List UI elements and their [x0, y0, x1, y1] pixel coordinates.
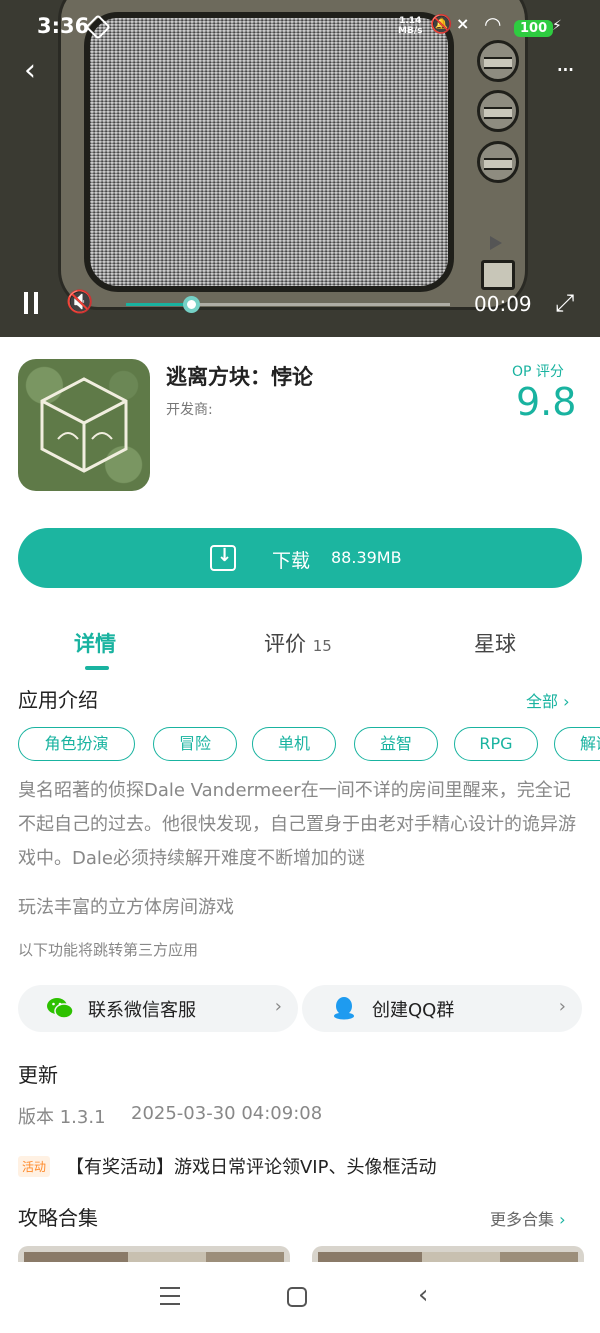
- op-score-label: OP 评分: [512, 364, 564, 380]
- network-speed-unit: MB/s: [398, 26, 423, 36]
- tab-indicator: [85, 666, 109, 670]
- tv-knob-icon: [477, 90, 519, 132]
- download-button[interactable]: 下载 88.39MB: [18, 528, 582, 588]
- tab-planet[interactable]: 星球: [474, 628, 516, 658]
- intro-summary: 玩法丰富的立方体房间游戏: [18, 897, 234, 918]
- update-title: 更新: [18, 1063, 58, 1087]
- developer-label: 开发商:: [166, 402, 213, 418]
- chevron-right-icon: ›: [563, 692, 570, 711]
- pause-button[interactable]: [22, 292, 40, 314]
- update-date: 2025-03-30 04:09:08: [131, 1103, 323, 1124]
- create-qq-group-label: 创建QQ群: [372, 1000, 455, 1021]
- tag-list: 角色扮演 冒险 单机 益智 RPG 解谜: [18, 727, 600, 763]
- third-party-note: 以下功能将跳转第三方应用: [18, 941, 199, 959]
- app-title: 逃离方块：悖论: [166, 365, 313, 389]
- video-controls: 🔇 00:09 ⤢: [0, 280, 600, 330]
- tab-reviews[interactable]: 评价 15: [264, 628, 332, 658]
- tag-item[interactable]: 解谜: [554, 727, 600, 761]
- tab-reviews-label: 评价: [264, 632, 306, 656]
- download-size: 88.39MB: [331, 548, 402, 567]
- tag-item[interactable]: 冒险: [153, 727, 237, 761]
- tag-item[interactable]: 角色扮演: [18, 727, 135, 761]
- activity-link[interactable]: 【有奖活动】游戏日常评论领VIP、头像框活动: [66, 1153, 436, 1179]
- download-icon: [210, 545, 236, 571]
- tag-item[interactable]: RPG: [454, 727, 538, 761]
- wechat-icon: [47, 998, 74, 1019]
- status-time: 3:36: [37, 14, 90, 38]
- intro-all-label: 全部: [526, 692, 559, 711]
- app-icon: [18, 359, 150, 491]
- fullscreen-button[interactable]: ⤢: [555, 289, 574, 317]
- mute-button[interactable]: 🔇: [66, 290, 93, 315]
- tab-bar: 详情 评价 15 星球: [0, 620, 600, 672]
- tab-reviews-count: 15: [312, 637, 332, 655]
- qq-icon: [334, 997, 354, 1020]
- tag-item[interactable]: 单机: [252, 727, 336, 761]
- more-guides-link[interactable]: 更多合集 ›: [490, 1206, 566, 1230]
- chevron-right-icon: ›: [559, 1210, 566, 1229]
- video-progress-slider[interactable]: [126, 296, 450, 313]
- status-bar: 3:36 1.14 MB/s 🔕 ⨯ ◠ 100 ⚡: [0, 0, 600, 58]
- wechat-service-label: 联系微信客服: [88, 1000, 196, 1021]
- tv-triangle-icon: [490, 236, 502, 250]
- more-options-button[interactable]: ···: [556, 56, 575, 84]
- activity-badge: 活动: [18, 1156, 51, 1177]
- create-qq-group-button[interactable]: 创建QQ群 ›: [302, 985, 582, 1032]
- home-button[interactable]: [287, 1287, 307, 1307]
- tab-details[interactable]: 详情: [74, 628, 116, 658]
- wifi-icon: ◠: [484, 12, 502, 36]
- cube-icon: [40, 377, 128, 473]
- chevron-right-icon: ›: [558, 996, 566, 1017]
- intro-all-link[interactable]: 全部 ›: [526, 688, 570, 712]
- bell-muted-icon: 🔕: [430, 14, 453, 35]
- chevron-right-icon: ›: [274, 996, 282, 1017]
- signal-icon: ⨯: [456, 14, 470, 33]
- video-player[interactable]: 3:36 1.14 MB/s 🔕 ⨯ ◠ 100 ⚡ ‹ ··· 🔇 00:09…: [0, 0, 600, 337]
- intro-description: 臭名昭著的侦探Dale Vandermeer在一间不详的房间里醒来，完全记不起自…: [18, 780, 576, 869]
- tab-details-label: 详情: [74, 632, 116, 656]
- video-time: 00:09: [474, 292, 532, 316]
- tab-planet-label: 星球: [474, 632, 516, 656]
- recent-apps-button[interactable]: [160, 1287, 180, 1305]
- tag-item[interactable]: 益智: [354, 727, 438, 761]
- op-score-value: 9.8: [516, 380, 577, 424]
- intro-title: 应用介绍: [18, 688, 98, 712]
- network-speed-value: 1.14: [399, 16, 422, 26]
- version-text: 版本 1.3.1: [18, 1107, 106, 1128]
- charging-icon: ⚡: [552, 18, 562, 34]
- download-label: 下载: [272, 550, 311, 572]
- guides-title: 攻略合集: [18, 1206, 98, 1230]
- network-speed: 1.14 MB/s: [398, 16, 422, 36]
- progress-fill: [126, 303, 191, 306]
- system-navigation-bar: ‹: [0, 1262, 600, 1333]
- back-button[interactable]: ‹: [24, 56, 36, 86]
- progress-thumb[interactable]: [182, 296, 200, 313]
- more-guides-label: 更多合集: [490, 1210, 555, 1229]
- wechat-service-button[interactable]: 联系微信客服 ›: [18, 985, 298, 1032]
- battery-badge: 100: [514, 20, 554, 37]
- system-back-button[interactable]: ‹: [418, 1280, 428, 1310]
- tv-knob-icon: [477, 141, 519, 183]
